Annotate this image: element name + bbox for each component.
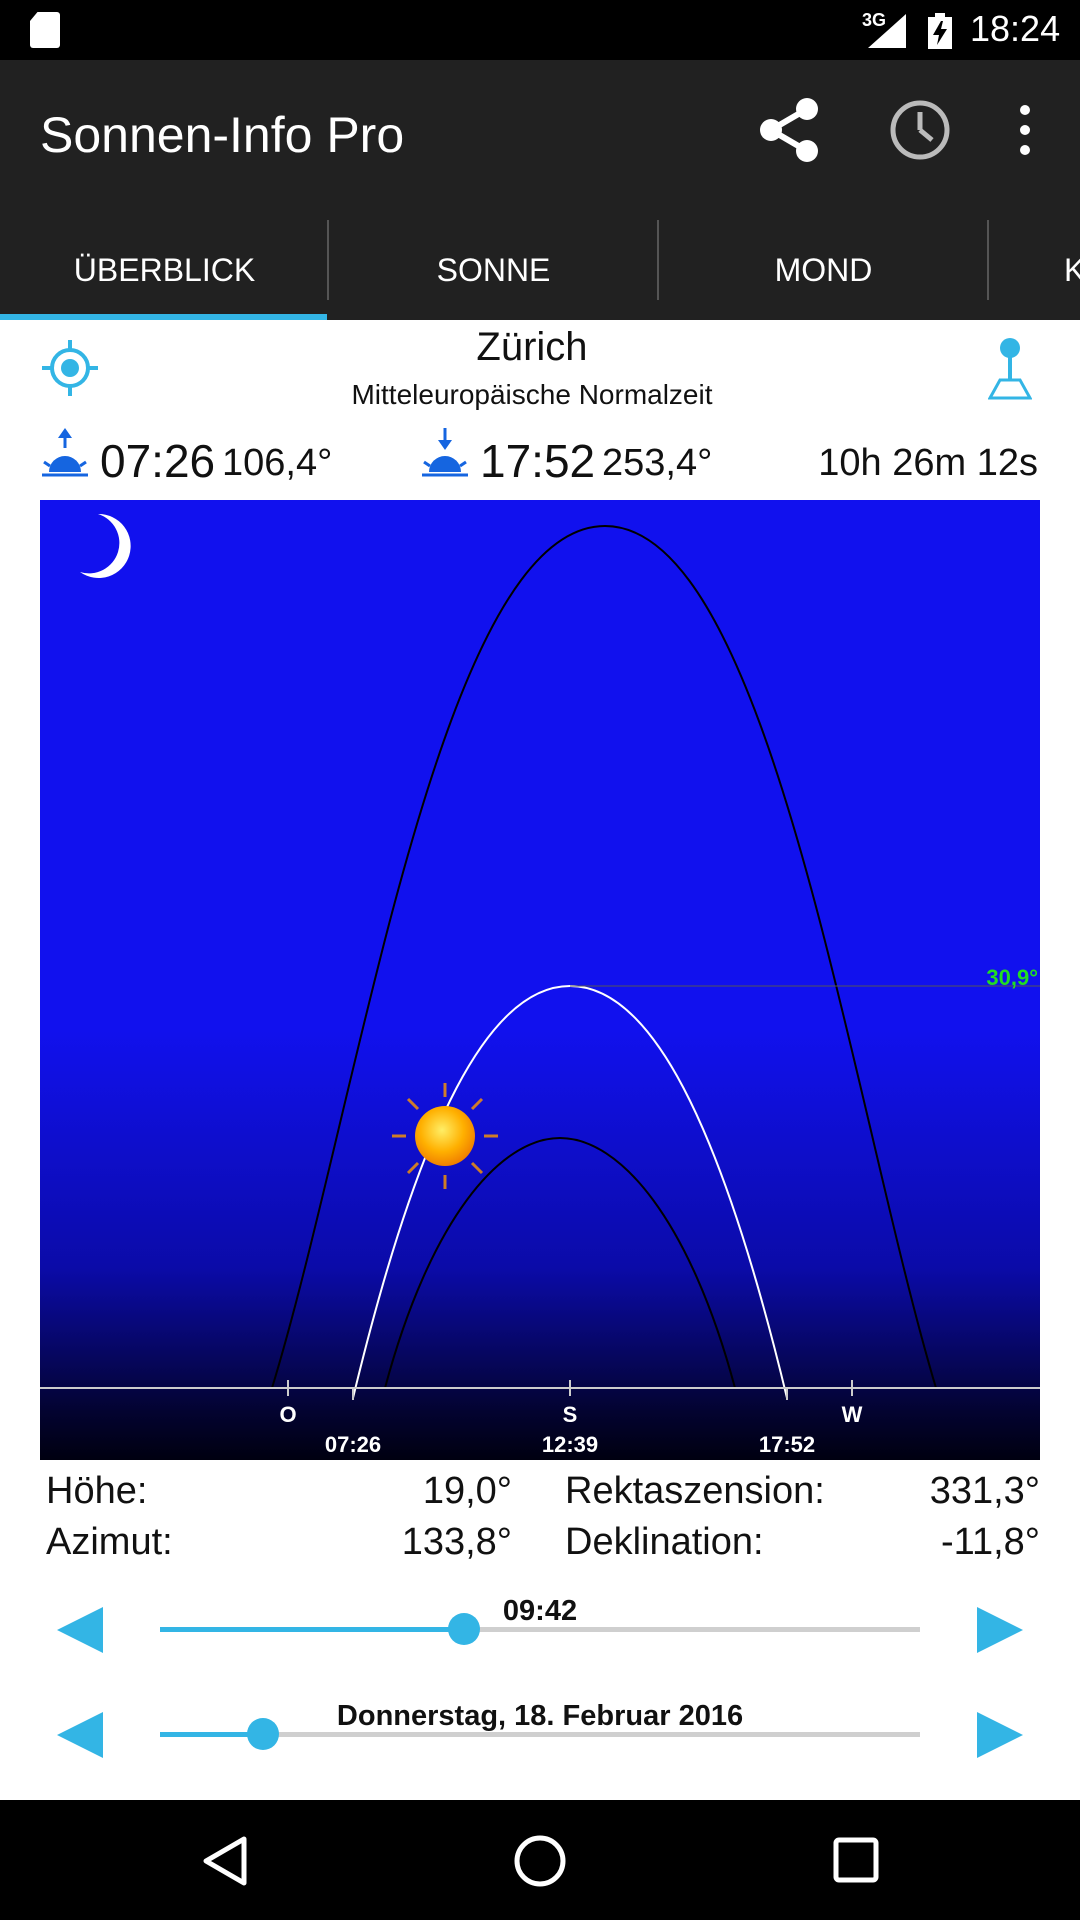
tab-indicator [0, 314, 327, 320]
right-ascension-value: 331,3° [929, 1470, 1040, 1512]
sunset-time-label: 17:52 [759, 1432, 815, 1457]
time-prev-arrow-icon[interactable] [55, 1605, 105, 1655]
sunrise-azimuth: 106,4° [222, 442, 333, 484]
history-icon[interactable] [888, 98, 952, 162]
day-length: 10h 26m 12s [818, 442, 1038, 484]
nav-back-icon[interactable] [200, 1835, 252, 1887]
tab-more[interactable]: K [989, 220, 1080, 320]
battery-charging-icon [928, 13, 952, 49]
nav-home-icon[interactable] [512, 1833, 568, 1889]
date-slider-thumb[interactable] [246, 1718, 279, 1750]
time-slider-label: 09:42 [502, 1595, 578, 1627]
declination-value: -11,8° [941, 1521, 1040, 1563]
time-slider-fill [160, 1627, 464, 1632]
time-slider-thumb[interactable] [448, 1613, 480, 1645]
app-title: Sonnen-Info Pro [40, 107, 405, 163]
sun-path-chart: 30,9° O S W 07:26 12:39 17:52 [40, 500, 1040, 1460]
right-ascension-label: Rektaszension: [565, 1470, 825, 1512]
declination-label: Deklination: [565, 1521, 764, 1563]
sunrise-icon [42, 428, 88, 477]
sd-card-icon [30, 12, 60, 48]
tab-moon[interactable]: MOND [659, 220, 988, 320]
sunset-azimuth: 253,4° [602, 442, 713, 484]
altitude-label: Höhe: [46, 1470, 148, 1512]
sunset-time: 17:52 [480, 435, 596, 487]
status-bar: 3G 18:24 [0, 0, 1080, 60]
south-label: S [563, 1402, 578, 1427]
sunrise-time-label: 07:26 [325, 1432, 381, 1457]
east-label: O [279, 1402, 296, 1427]
tab-bar: ÜBERBLICK SONNE MOND K [0, 220, 1080, 320]
more-vert-icon[interactable] [1010, 100, 1040, 160]
altitude-value: 19,0° [422, 1470, 512, 1512]
location-timezone: Mitteleuropäische Normalzeit [351, 379, 713, 410]
tab-sun[interactable]: SONNE [329, 220, 658, 320]
sunset-icon [422, 428, 468, 477]
share-icon[interactable] [755, 95, 825, 165]
map-pin-icon[interactable] [988, 336, 1032, 400]
signal-icon [868, 14, 906, 48]
date-next-arrow-icon[interactable] [975, 1710, 1025, 1760]
tab-overview[interactable]: ÜBERBLICK [0, 220, 329, 320]
azimuth-value: 133,8° [401, 1521, 512, 1563]
nav-recents-icon[interactable] [832, 1836, 880, 1884]
max-altitude-label: 30,9° [986, 965, 1038, 990]
sunrise-time: 07:26 [100, 435, 216, 487]
date-prev-arrow-icon[interactable] [55, 1710, 105, 1760]
navigation-bar [0, 1800, 1080, 1920]
sky-background [40, 500, 1040, 1460]
noon-time-label: 12:39 [542, 1432, 598, 1457]
location-city: Zürich [476, 325, 588, 369]
screen: 3G 18:24 Sonnen-Info Pro ÜBERBLICK SONNE… [0, 0, 1080, 1920]
azimuth-label: Azimut: [46, 1521, 173, 1563]
date-slider-label: Donnerstag, 18. Februar 2016 [336, 1700, 744, 1732]
status-clock: 18:24 [970, 8, 1061, 49]
west-label: W [842, 1402, 863, 1427]
time-next-arrow-icon[interactable] [975, 1605, 1025, 1655]
app-toolbar: Sonnen-Info Pro [0, 60, 1080, 220]
